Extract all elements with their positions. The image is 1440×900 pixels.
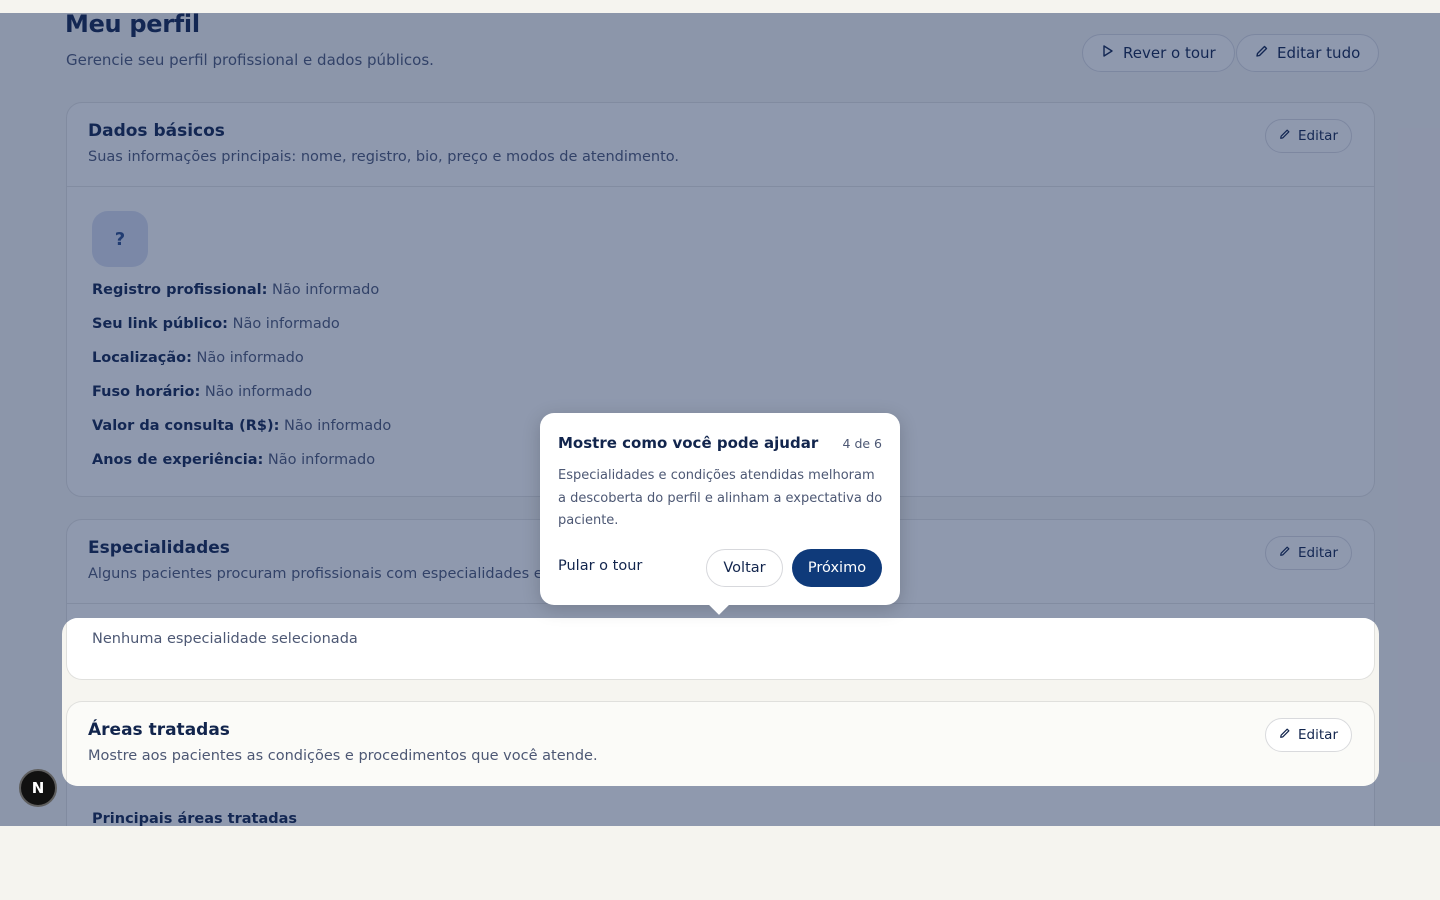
- areas-card: Áreas tratadas Mostre aos pacientes as c…: [66, 701, 1375, 786]
- areas-description: Mostre aos pacientes as condições e proc…: [88, 748, 598, 764]
- pencil-icon: [1279, 727, 1291, 743]
- profile-page: Meu perfil Gerencie seu perfil profissio…: [0, 13, 1440, 826]
- skip-tour-link[interactable]: Pular o tour: [558, 558, 642, 574]
- tour-spotlight: Nenhuma especialidade selecionada Áreas …: [62, 618, 1379, 786]
- specialties-body: Nenhuma especialidade selecionada: [66, 618, 1375, 680]
- tour-title: Mostre como você pode ajudar: [558, 434, 819, 452]
- bottom-strip: [0, 826, 1440, 900]
- tour-popover: Mostre como você pode ajudar 4 de 6 Espe…: [540, 413, 900, 615]
- tour-next-button[interactable]: Próximo: [792, 549, 882, 587]
- top-strip: [0, 0, 1440, 13]
- tour-back-button[interactable]: Voltar: [706, 549, 783, 587]
- edit-label: Editar: [1298, 727, 1338, 743]
- devtools-badge[interactable]: N: [19, 769, 57, 807]
- tour-description: Especialidades e condições atendidas mel…: [558, 468, 883, 528]
- areas-title: Áreas tratadas: [88, 720, 230, 740]
- areas-header: Áreas tratadas Mostre aos pacientes as c…: [67, 702, 1374, 764]
- areas-edit-button[interactable]: Editar: [1265, 718, 1352, 752]
- tour-step-counter: 4 de 6: [842, 436, 882, 451]
- specialties-empty-text: Nenhuma especialidade selecionada: [92, 631, 358, 647]
